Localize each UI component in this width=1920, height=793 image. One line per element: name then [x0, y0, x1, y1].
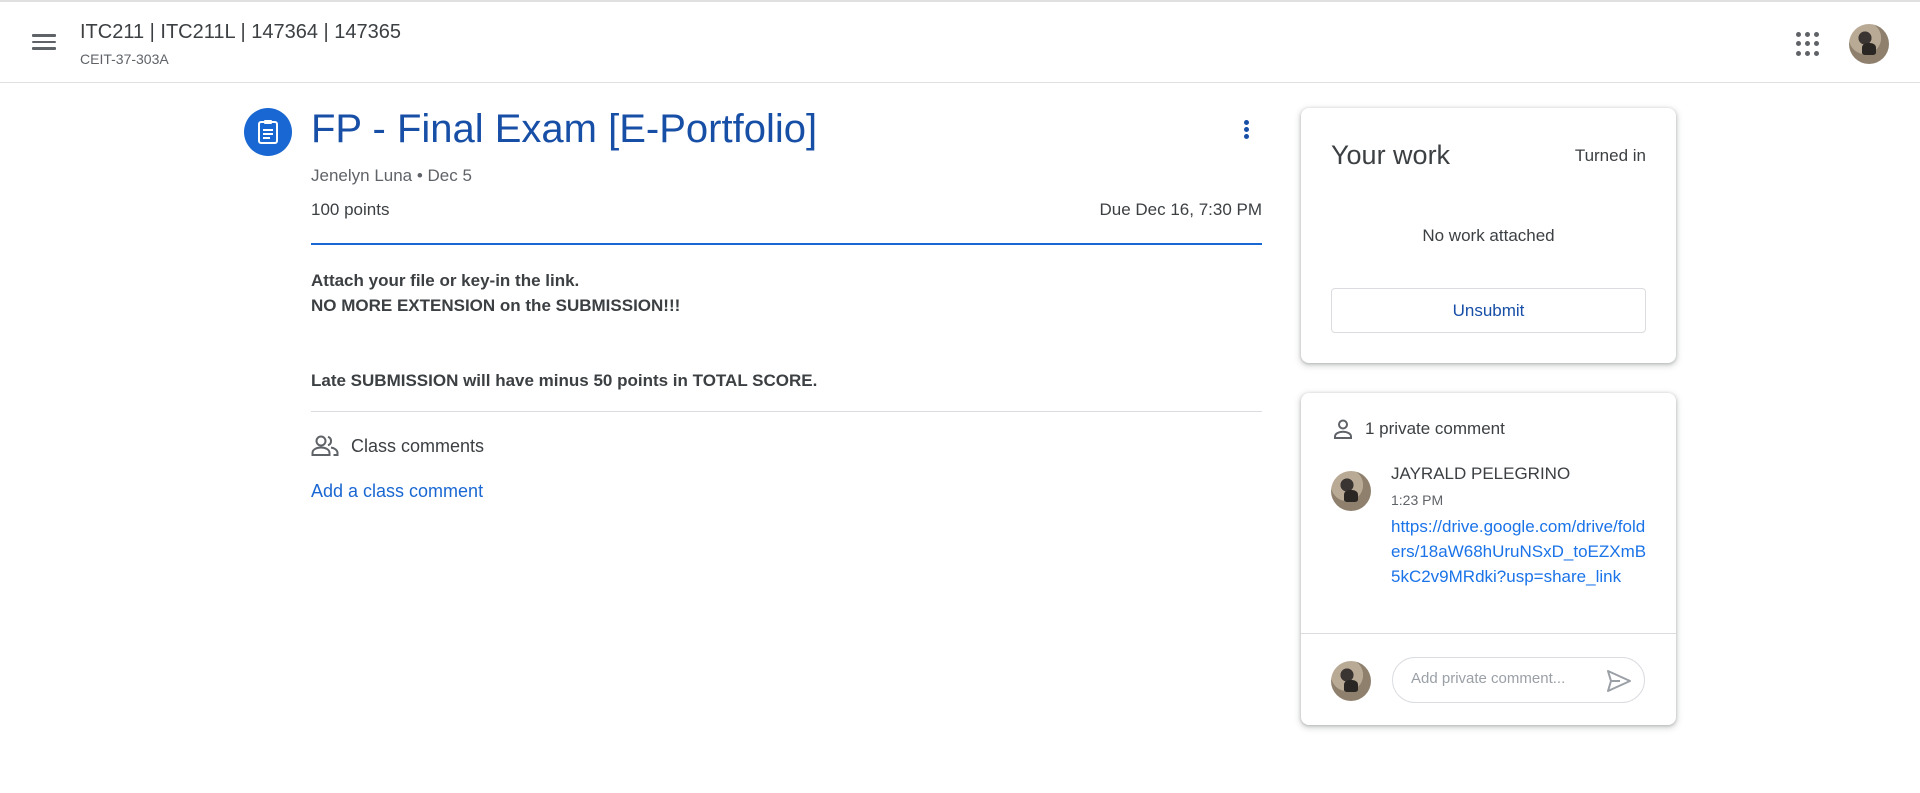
private-comments-card: 1 private comment JAYRALD PELEGRINO 1:23…	[1301, 393, 1676, 725]
your-work-card: Your work Turned in No work attached Uns…	[1301, 108, 1676, 363]
people-icon	[311, 435, 339, 456]
assignment-meta: Jenelyn Luna • Dec 5	[311, 166, 472, 185]
private-comment-count: 1 private comment	[1365, 419, 1505, 438]
more-options-icon[interactable]	[1234, 118, 1258, 146]
top-app-bar: ITC211 | ITC211L | 147364 | 147365 CEIT-…	[0, 0, 1920, 83]
no-work-attached-text: No work attached	[1422, 226, 1555, 245]
assignment-icon	[244, 108, 292, 156]
instruction-line: NO MORE EXTENSION on the SUBMISSION!!!	[311, 296, 681, 315]
hamburger-menu-icon[interactable]	[28, 30, 60, 58]
private-comments-header: 1 private comment	[1331, 417, 1505, 441]
unsubmit-button[interactable]: Unsubmit	[1331, 288, 1646, 333]
comment-timestamp: 1:23 PM	[1391, 492, 1444, 508]
account-avatar[interactable]	[1849, 24, 1889, 64]
instruction-line: Late SUBMISSION will have minus 50 point…	[311, 371, 818, 390]
comment-divider	[1301, 633, 1676, 634]
submission-status: Turned in	[1574, 146, 1646, 165]
class-comments-label: Class comments	[351, 435, 485, 456]
course-title[interactable]: ITC211 | ITC211L | 147364 | 147365	[80, 21, 401, 44]
private-comment-field	[1392, 657, 1645, 703]
comment-author-avatar	[1331, 471, 1371, 511]
user-avatar	[1331, 661, 1371, 701]
comment-link[interactable]: https://drive.google.com/drive/folders/1…	[1391, 514, 1649, 589]
header-divider	[311, 243, 1262, 245]
your-work-title: Your work	[1331, 140, 1451, 170]
google-apps-icon[interactable]	[1796, 32, 1820, 56]
course-section: CEIT-37-303A	[80, 51, 169, 67]
instruction-line: Attach your file or key-in the link.	[311, 271, 580, 290]
assignment-instructions: Attach your file or key-in the link. NO …	[311, 268, 1262, 393]
instructions-divider	[311, 411, 1262, 412]
assignment-points: 100 points	[311, 200, 390, 219]
add-class-comment-link[interactable]: Add a class comment	[311, 481, 483, 502]
send-icon[interactable]	[1606, 669, 1632, 693]
private-comment-input[interactable]	[1411, 670, 1596, 687]
class-comments-header: Class comments	[311, 434, 484, 458]
person-icon	[1334, 419, 1352, 439]
assignment-title: FP - Final Exam [E-Portfolio]	[311, 107, 818, 151]
comment-author: JAYRALD PELEGRINO	[1391, 464, 1571, 483]
assignment-due-date: Due Dec 16, 7:30 PM	[1099, 200, 1262, 219]
